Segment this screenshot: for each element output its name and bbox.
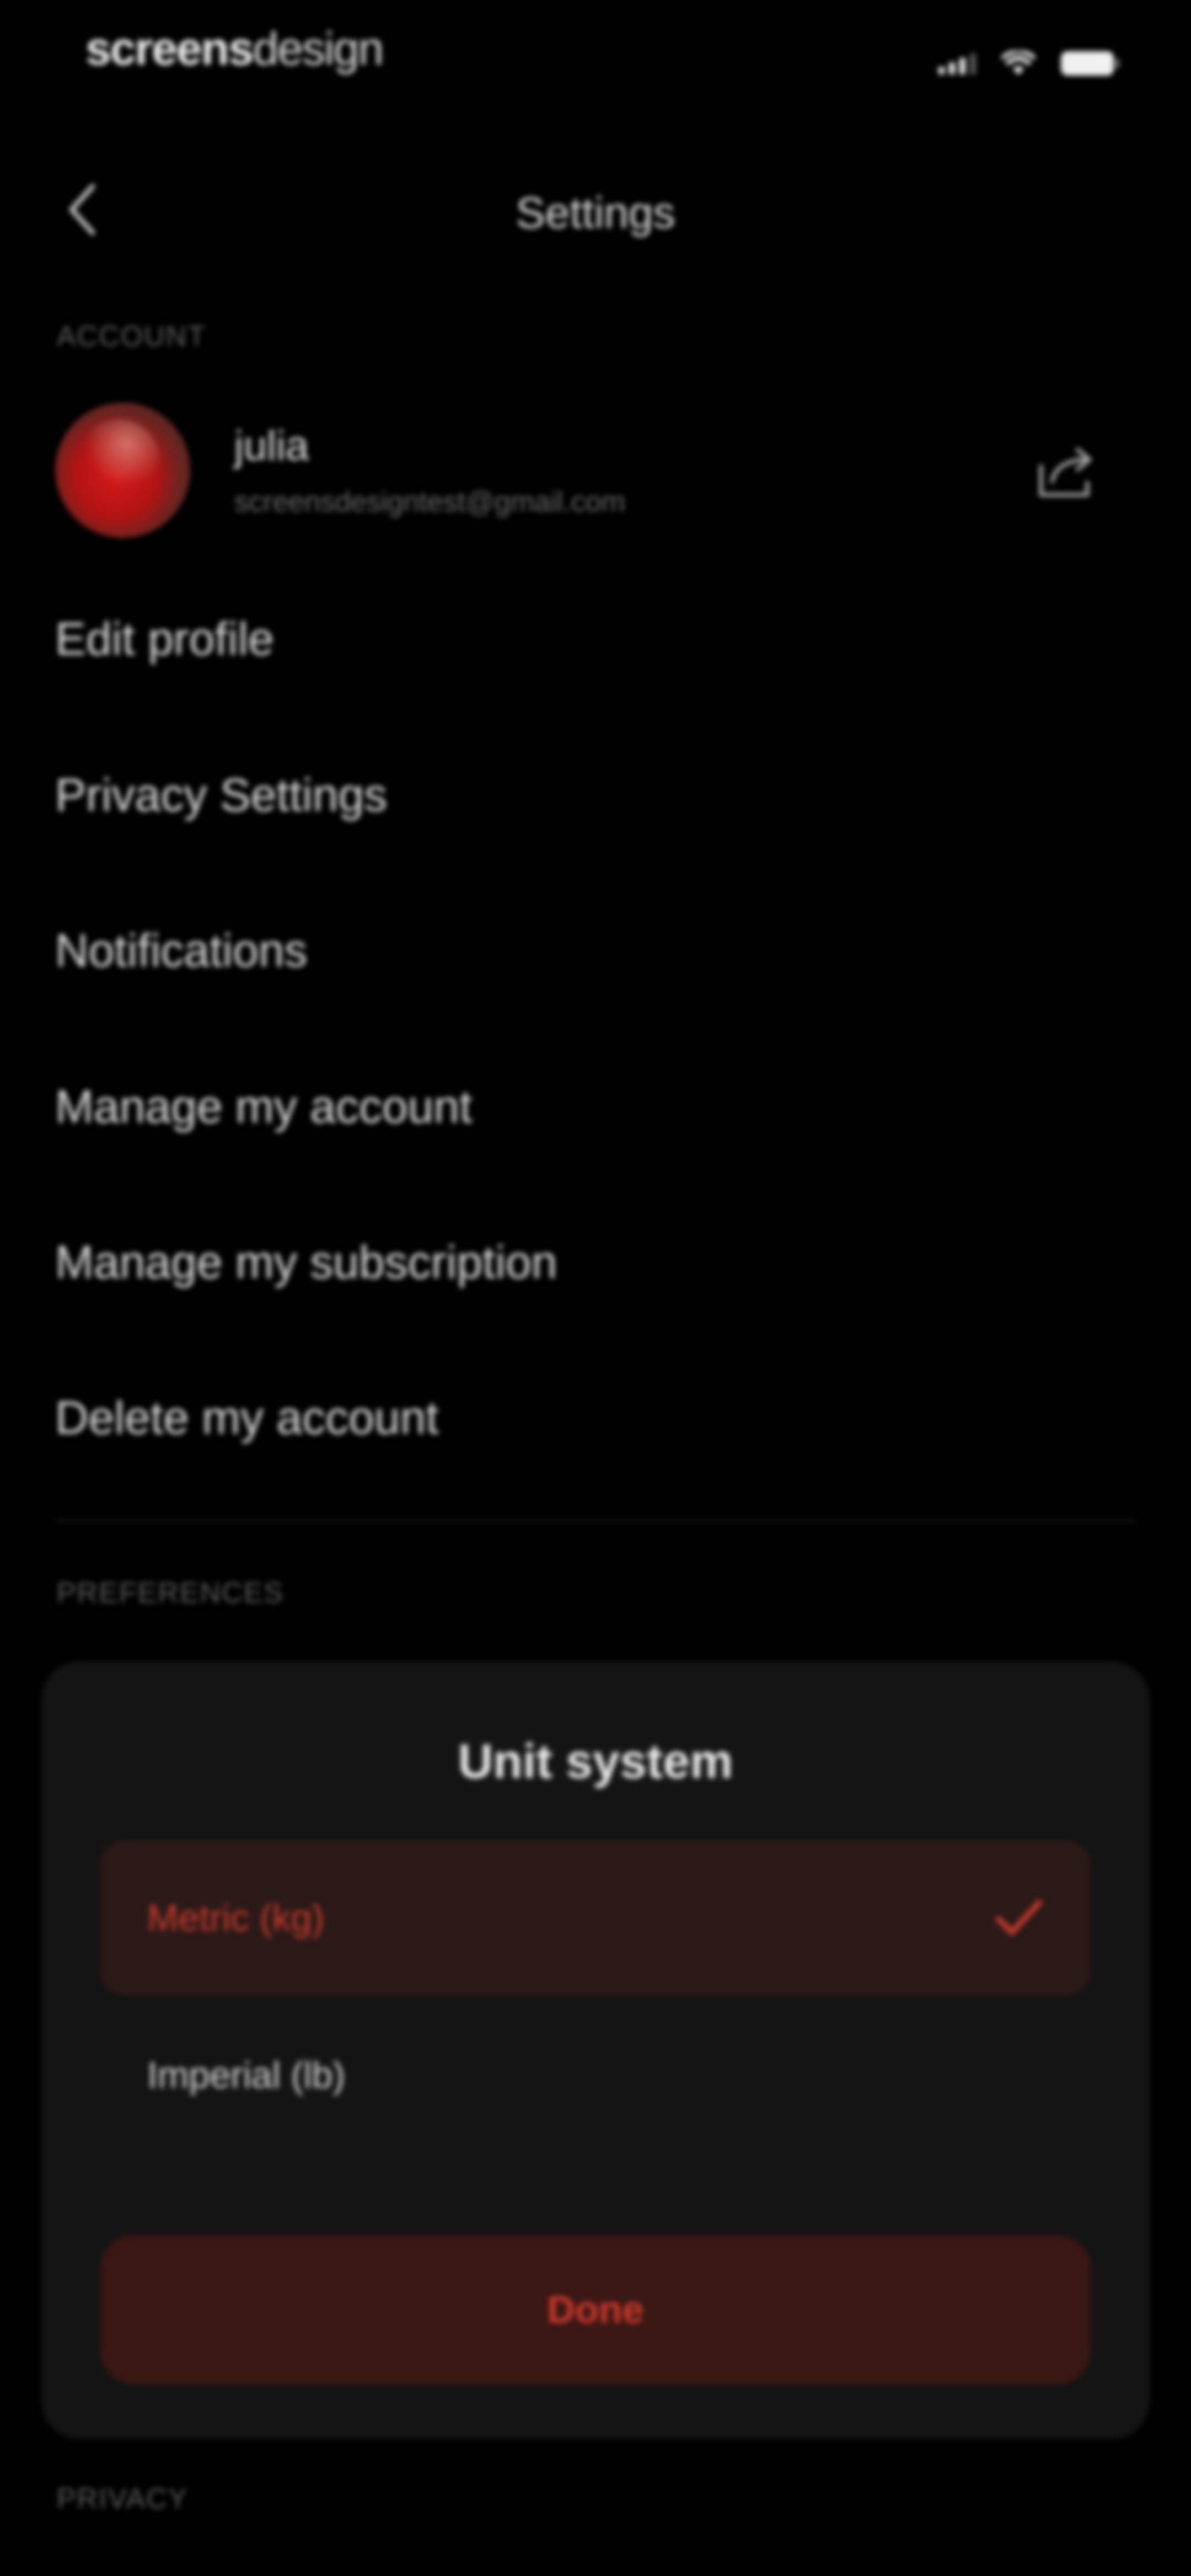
option-imperial[interactable]: Imperial (lb) [100,1998,1091,2152]
option-label: Imperial (lb) [147,2054,345,2096]
unit-system-sheet: Unit system Metric (kg) Imperial (lb) Do… [41,1661,1150,2439]
menu-item-label: Notifications [55,924,308,976]
page-title: Settings [516,188,675,237]
menu-item-edit-profile[interactable]: Edit profile [55,584,1136,694]
done-button[interactable]: Done [100,2235,1091,2384]
menu-item-label: Manage my account [55,1080,473,1132]
brand-regular: design [253,23,384,74]
settings-screen: screensdesign Settings ACCOUNT julia scr… [0,0,1191,2576]
menu-item-label: Manage my subscription [55,1236,557,1288]
option-label: Metric (kg) [147,1897,325,1939]
brand-bold: screens [85,23,254,74]
cellular-signal-icon [938,52,976,74]
sheet-title: Unit system [458,1734,733,1788]
menu-item-label: Edit profile [55,612,274,665]
avatar[interactable] [55,403,190,538]
menu-item-manage-account[interactable]: Manage my account [55,1051,1136,1162]
nav-bar: Settings [0,160,1191,259]
divider [55,1520,1136,1522]
menu-item-privacy-settings[interactable]: Privacy Settings [55,740,1136,850]
brand-watermark: screensdesign [85,22,384,76]
check-icon [996,1900,1042,1935]
menu-item-label: Privacy Settings [55,768,388,821]
section-label-account: ACCOUNT [57,320,207,352]
status-icons [938,51,1119,76]
status-bar: screensdesign [0,0,1191,121]
account-row[interactable]: julia screensdesigntest@gmail.com [0,397,1191,541]
battery-icon [1061,51,1119,76]
section-label-preferences: PREFERENCES [57,1577,285,1609]
account-name: julia [234,423,309,469]
menu-item-manage-subscription[interactable]: Manage my subscription [55,1207,1136,1317]
menu-item-notifications[interactable]: Notifications [55,895,1136,1006]
menu-item-label: Delete my account [55,1391,439,1444]
menu-item-delete-account[interactable]: Delete my account [55,1362,1136,1473]
account-email: screensdesigntest@gmail.com [234,486,625,518]
section-label-privacy: PRIVACY [57,2483,189,2515]
option-metric[interactable]: Metric (kg) [100,1841,1091,1995]
wifi-icon [1001,51,1036,75]
share-icon [1039,447,1092,497]
share-button[interactable] [1031,436,1103,507]
